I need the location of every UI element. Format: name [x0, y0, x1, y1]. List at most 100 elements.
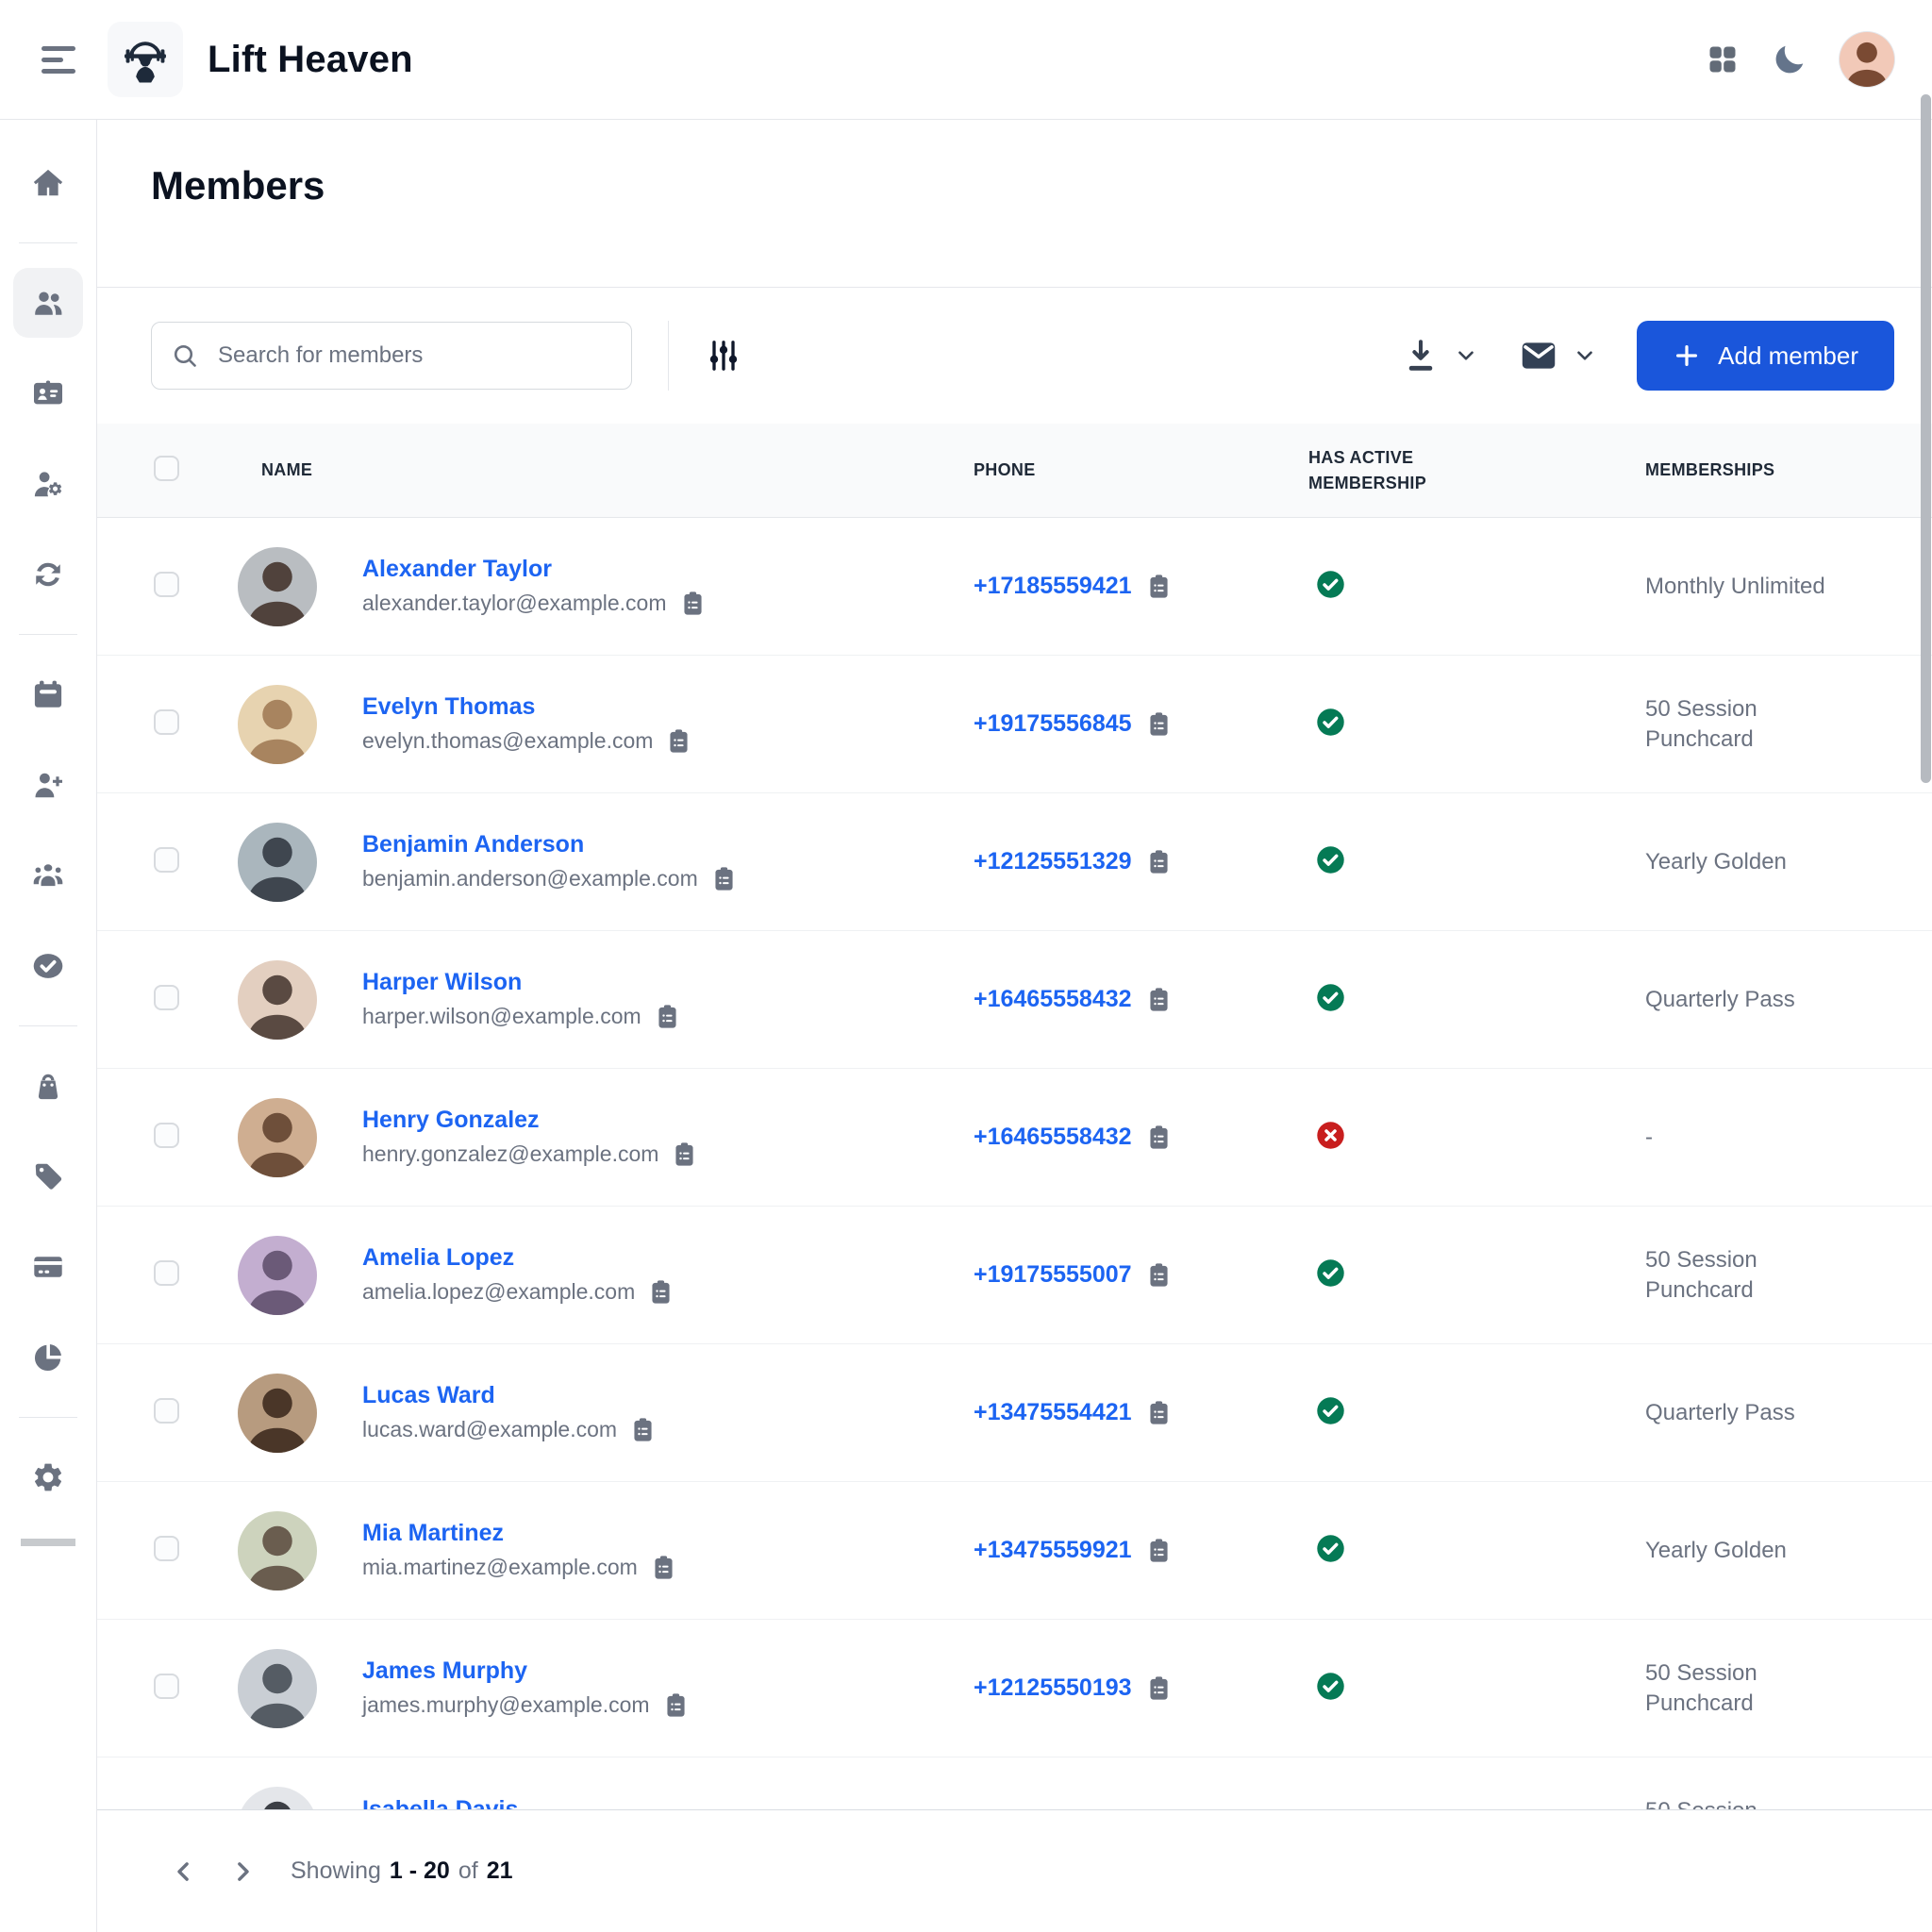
dark-mode-toggle-button[interactable]: [1772, 42, 1807, 77]
table-row: Benjamin Anderson benjamin.anderson@exam…: [97, 793, 1932, 931]
member-name-link[interactable]: Henry Gonzalez: [362, 1107, 698, 1134]
vertical-scrollbar[interactable]: [1921, 94, 1931, 783]
menu-toggle-button[interactable]: [42, 41, 79, 78]
member-phone-link[interactable]: +19175556845: [974, 710, 1132, 738]
moon-icon: [1772, 42, 1807, 77]
copy-email-icon[interactable]: [650, 1554, 677, 1581]
row-checkbox[interactable]: [154, 985, 179, 1010]
copy-phone-icon[interactable]: [1145, 1399, 1173, 1426]
sidebar-item-check-circle[interactable]: [13, 931, 83, 1001]
email-options-chevron[interactable]: [1573, 343, 1597, 368]
active-status-icon: [1316, 845, 1345, 874]
copy-email-icon[interactable]: [710, 865, 738, 892]
sidebar-item-home[interactable]: [13, 148, 83, 218]
copy-email-icon[interactable]: [679, 590, 707, 617]
previous-page-button[interactable]: [168, 1856, 200, 1888]
search-input[interactable]: [216, 341, 612, 370]
member-phone-link[interactable]: +17185559421: [974, 573, 1132, 600]
copy-email-icon[interactable]: [662, 1691, 690, 1719]
copy-phone-icon[interactable]: [1145, 1674, 1173, 1702]
active-status-icon: [1316, 1672, 1345, 1701]
email-members-button[interactable]: [1518, 335, 1559, 376]
active-status-icon: [1316, 1534, 1345, 1563]
copy-email-icon[interactable]: [654, 1003, 681, 1030]
member-name-link[interactable]: Evelyn Thomas: [362, 693, 692, 721]
column-header-phone[interactable]: PHONE: [974, 458, 1308, 483]
row-checkbox[interactable]: [154, 1260, 179, 1286]
sidebar-item-members[interactable]: [13, 268, 83, 338]
sidebar-item-tag[interactable]: [13, 1141, 83, 1211]
copy-phone-icon[interactable]: [1145, 848, 1173, 875]
member-email: henry.gonzalez@example.com: [362, 1141, 658, 1167]
member-name-link[interactable]: Harper Wilson: [362, 969, 681, 996]
pie-chart-icon: [31, 1341, 65, 1374]
sidebar-item-id-card[interactable]: [13, 358, 83, 428]
toolbar: Add member: [97, 288, 1932, 424]
copy-phone-icon[interactable]: [1145, 1537, 1173, 1564]
row-checkbox[interactable]: [154, 1536, 179, 1561]
next-page-button[interactable]: [226, 1856, 258, 1888]
member-email: evelyn.thomas@example.com: [362, 728, 653, 754]
member-name-link[interactable]: Mia Martinez: [362, 1520, 677, 1547]
member-avatar: [238, 1236, 317, 1315]
sliders-icon: [705, 337, 742, 375]
member-phone-link[interactable]: +12125550193: [974, 1674, 1132, 1702]
member-avatar: [238, 1511, 317, 1591]
copy-phone-icon[interactable]: [1145, 710, 1173, 738]
copy-email-icon[interactable]: [665, 727, 692, 755]
copy-phone-icon[interactable]: [1145, 573, 1173, 600]
table-row: Alexander Taylor alexander.taylor@exampl…: [97, 518, 1932, 656]
select-all-checkbox[interactable]: [154, 456, 179, 481]
member-name-link[interactable]: Amelia Lopez: [362, 1244, 675, 1272]
member-phone-link[interactable]: +19175555007: [974, 1261, 1132, 1289]
sidebar-item-pie-chart[interactable]: [13, 1323, 83, 1392]
membership-text: Quarterly Pass: [1645, 1398, 1894, 1427]
app-logo: [108, 22, 183, 97]
member-phone-link[interactable]: +16465558432: [974, 986, 1132, 1013]
add-member-button[interactable]: Add member: [1637, 321, 1894, 391]
member-phone-link[interactable]: +12125551329: [974, 848, 1132, 875]
sidebar-item-user-settings[interactable]: [13, 449, 83, 519]
column-header-active-membership[interactable]: HAS ACTIVE MEMBERSHIP: [1308, 445, 1507, 496]
member-email: james.murphy@example.com: [362, 1692, 650, 1718]
search-icon: [171, 341, 199, 370]
sidebar-item-credit-card[interactable]: [13, 1232, 83, 1302]
credit-card-icon: [31, 1250, 65, 1284]
member-name-link[interactable]: James Murphy: [362, 1657, 690, 1685]
copy-email-icon[interactable]: [647, 1278, 675, 1306]
user-avatar[interactable]: [1840, 32, 1894, 87]
member-name-link[interactable]: Isabella Davis: [362, 1796, 518, 1810]
sidebar-item-settings[interactable]: [13, 1442, 83, 1512]
row-checkbox[interactable]: [154, 1123, 179, 1148]
row-checkbox[interactable]: [154, 1398, 179, 1424]
sidebar-item-groups[interactable]: [13, 841, 83, 910]
sidebar-item-calendar[interactable]: [13, 659, 83, 729]
copy-email-icon[interactable]: [629, 1416, 657, 1443]
export-download-button[interactable]: [1401, 336, 1441, 375]
membership-text: -: [1645, 1123, 1894, 1152]
row-checkbox[interactable]: [154, 847, 179, 873]
column-header-memberships[interactable]: MEMBERSHIPS: [1645, 458, 1894, 483]
copy-phone-icon[interactable]: [1145, 986, 1173, 1013]
download-icon: [1401, 336, 1441, 375]
copy-phone-icon[interactable]: [1145, 1124, 1173, 1151]
column-header-name[interactable]: NAME: [238, 458, 974, 483]
member-phone-link[interactable]: +16465558432: [974, 1124, 1132, 1151]
filter-button[interactable]: [705, 337, 742, 375]
member-phone-link[interactable]: +13475554421: [974, 1399, 1132, 1426]
row-checkbox[interactable]: [154, 709, 179, 735]
member-phone-link[interactable]: +13475559921: [974, 1537, 1132, 1564]
export-options-chevron[interactable]: [1454, 343, 1478, 368]
sidebar-item-user-add[interactable]: [13, 750, 83, 820]
copy-email-icon[interactable]: [671, 1141, 698, 1168]
row-checkbox[interactable]: [154, 1674, 179, 1699]
row-checkbox[interactable]: [154, 572, 179, 597]
member-name-link[interactable]: Alexander Taylor: [362, 556, 707, 583]
sidebar-item-sync[interactable]: [13, 540, 83, 609]
member-name-link[interactable]: Benjamin Anderson: [362, 831, 738, 858]
pagination-status: Showing 1 - 20 of 21: [291, 1857, 513, 1885]
sidebar-item-shop-bag[interactable]: [13, 1051, 83, 1121]
apps-grid-button[interactable]: [1706, 42, 1740, 76]
member-name-link[interactable]: Lucas Ward: [362, 1382, 657, 1409]
copy-phone-icon[interactable]: [1145, 1261, 1173, 1289]
